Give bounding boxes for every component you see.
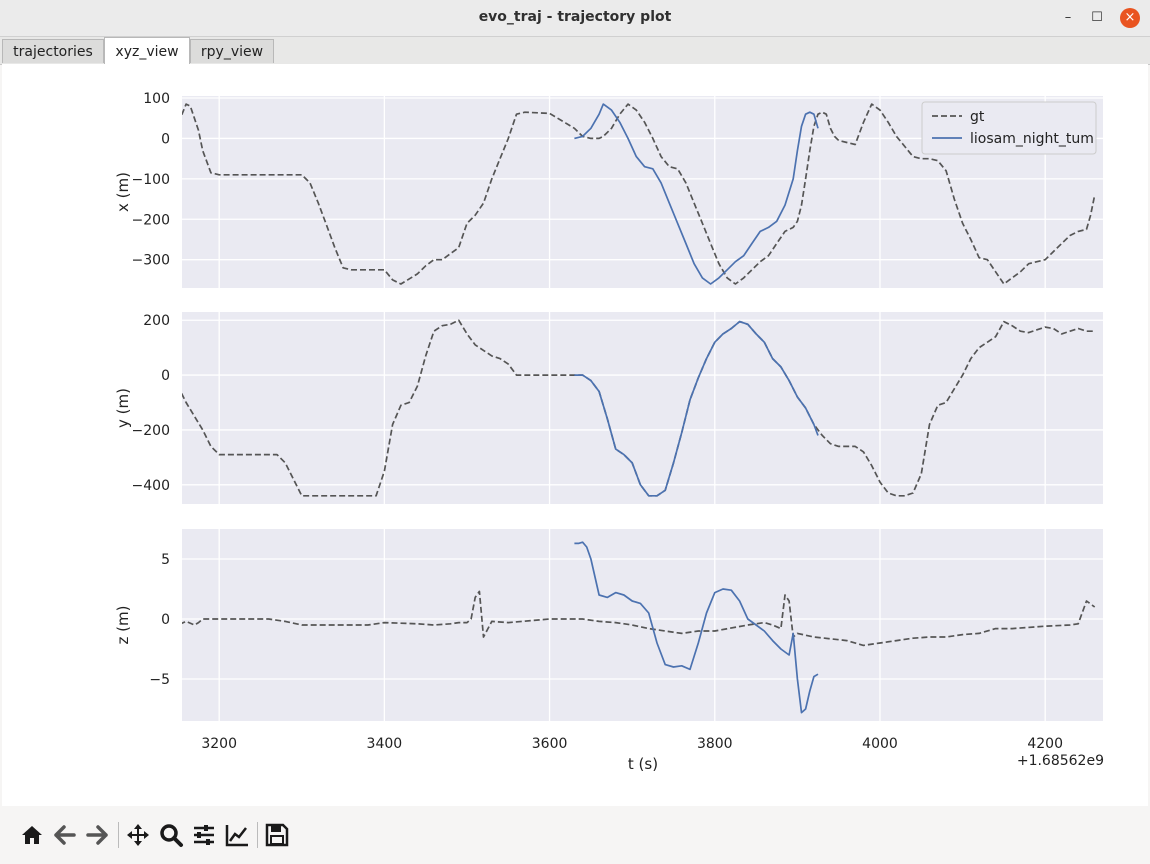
y-tick-label: 0	[161, 368, 170, 384]
navigation-toolbar	[0, 806, 1150, 864]
x-tick-label: 4000	[862, 736, 898, 752]
xyz-plot: 100 0 −100 −200 −300 x (m) 200 0 −200 −400 y (m) 5 0…	[114, 91, 1104, 773]
tab-xyz-view[interactable]: xyz_view	[104, 37, 190, 65]
x-tick-label: 3800	[697, 736, 733, 752]
x-tick-label: 3200	[201, 736, 237, 752]
legend-est-label: liosam_night_tum	[970, 131, 1094, 147]
y-tick-label: 5	[161, 552, 170, 568]
legend: gt liosam_night_tum	[921, 101, 1097, 155]
toolbar-separator	[257, 822, 258, 848]
y-axis-label: x (m)	[114, 172, 132, 212]
save-icon	[265, 823, 289, 847]
x-tick-label: 3400	[367, 736, 403, 752]
back-button[interactable]	[52, 822, 78, 848]
tab-bar: trajectories xyz_view rpy_view	[0, 37, 1150, 65]
close-button[interactable]: ×	[1120, 8, 1140, 28]
y-tick-label: 0	[161, 612, 170, 628]
tab-rpy-view[interactable]: rpy_view	[190, 39, 274, 63]
back-icon	[54, 825, 76, 845]
home-icon	[22, 826, 42, 844]
customize-icon	[225, 825, 248, 847]
subplot-1: 200 0 −200 −400 y (m)	[114, 312, 1103, 504]
forward-button[interactable]	[84, 822, 110, 848]
x-tick-label: 3600	[532, 736, 568, 752]
title-bar: evo_traj - trajectory plot – ☐ ×	[0, 0, 1150, 37]
save-button[interactable]	[264, 822, 290, 848]
pan-button[interactable]	[125, 822, 151, 848]
subplots-button[interactable]	[191, 822, 217, 848]
subplot-2: 5 0 −5 z (m)	[114, 529, 1103, 721]
x-offset-label: +1.68562e9	[1017, 753, 1104, 769]
zoom-button[interactable]	[158, 822, 184, 848]
y-tick-label: −200	[132, 423, 170, 439]
zoom-icon	[160, 824, 183, 847]
legend-gt-label: gt	[970, 109, 985, 125]
y-tick-label: 0	[161, 131, 170, 147]
minimize-button[interactable]: –	[1058, 8, 1078, 28]
y-axis-label: y (m)	[114, 388, 132, 428]
toolbar-separator	[118, 822, 119, 848]
x-tick-label: 4200	[1027, 736, 1063, 752]
subplots-icon	[194, 825, 214, 845]
y-tick-label: −400	[132, 478, 170, 494]
pan-icon	[127, 824, 149, 846]
window-title: evo_traj - trajectory plot	[478, 9, 672, 25]
customize-button[interactable]	[224, 822, 250, 848]
y-tick-label: −300	[132, 253, 170, 269]
axes-background	[182, 312, 1103, 504]
y-tick-label: 100	[143, 91, 170, 107]
y-axis-label: z (m)	[114, 606, 132, 645]
y-tick-label: 200	[143, 313, 170, 329]
figure-canvas[interactable]: 100 0 −100 −200 −300 x (m) 200 0 −200 −400 y (m) 5 0…	[2, 64, 1148, 806]
y-tick-label: −5	[149, 672, 170, 688]
x-axis-label: t (s)	[628, 755, 658, 773]
maximize-button[interactable]: ☐	[1087, 8, 1107, 28]
tab-trajectories[interactable]: trajectories	[2, 39, 104, 63]
forward-icon	[86, 825, 108, 845]
y-tick-label: −100	[132, 172, 170, 188]
home-button[interactable]	[19, 822, 45, 848]
y-tick-label: −200	[132, 212, 170, 228]
